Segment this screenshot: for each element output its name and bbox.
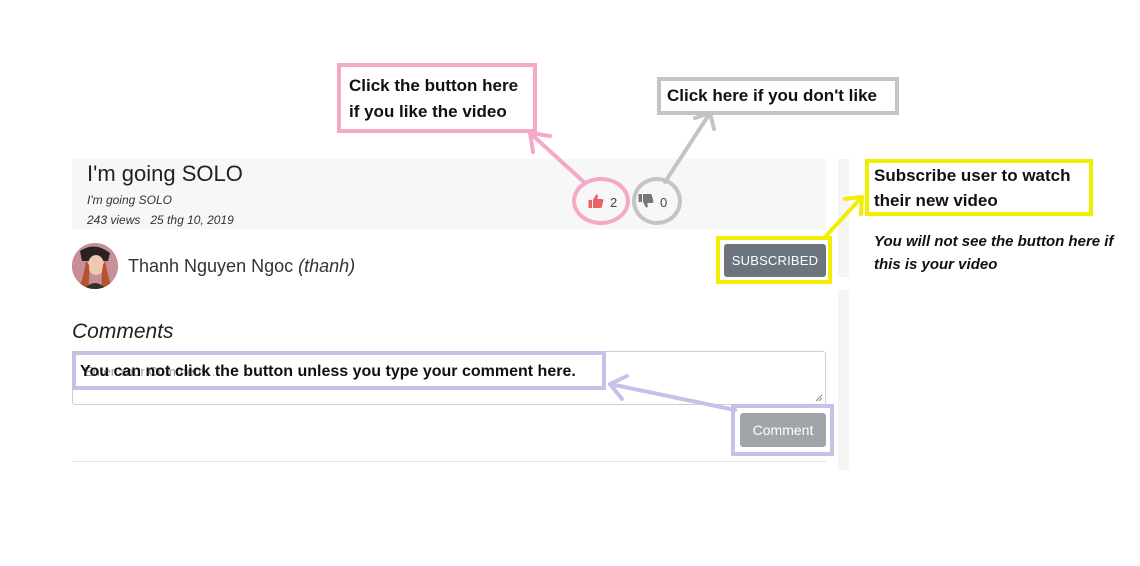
sidebar-strip	[838, 159, 849, 277]
subscribe-highlight-box	[716, 236, 832, 284]
annotation-arrows	[528, 111, 864, 412]
comment-annotation-text: You can not click the button unless you …	[80, 363, 576, 380]
channel-display-name: Thanh Nguyen Ngoc	[128, 256, 294, 276]
video-info-panel: I'm going SOLO I'm going SOLO 243 views 2…	[72, 159, 826, 229]
video-description: I'm going SOLO	[87, 193, 172, 207]
video-meta: 243 views 25 thg 10, 2019	[87, 213, 234, 227]
dislike-annotation: Click here if you don't like	[657, 77, 899, 115]
comments-heading: Comments	[72, 320, 174, 343]
video-title: I'm going SOLO	[87, 161, 243, 186]
channel-handle: (thanh)	[298, 256, 356, 276]
comment-button-highlight-box	[731, 404, 834, 456]
avatar[interactable]	[72, 243, 118, 289]
resize-grip-icon[interactable]	[815, 394, 823, 402]
upload-date: 25 thg 10, 2019	[150, 213, 234, 227]
like-annotation: Click the button here if you like the vi…	[337, 63, 537, 133]
like-highlight-ring	[572, 177, 630, 225]
divider	[72, 461, 826, 462]
sidebar-strip	[838, 290, 849, 470]
comment-annotation: Enter Your Comment... You can not click …	[72, 351, 606, 390]
subscribe-note: You will not see the button here if this…	[874, 233, 1114, 273]
view-count: 243 views	[87, 213, 141, 227]
dislike-highlight-ring	[632, 177, 682, 225]
channel-name[interactable]: Thanh Nguyen Ngoc (thanh)	[128, 256, 355, 277]
subscribe-annotation: Subscribe user to watch their new video	[865, 159, 1093, 216]
